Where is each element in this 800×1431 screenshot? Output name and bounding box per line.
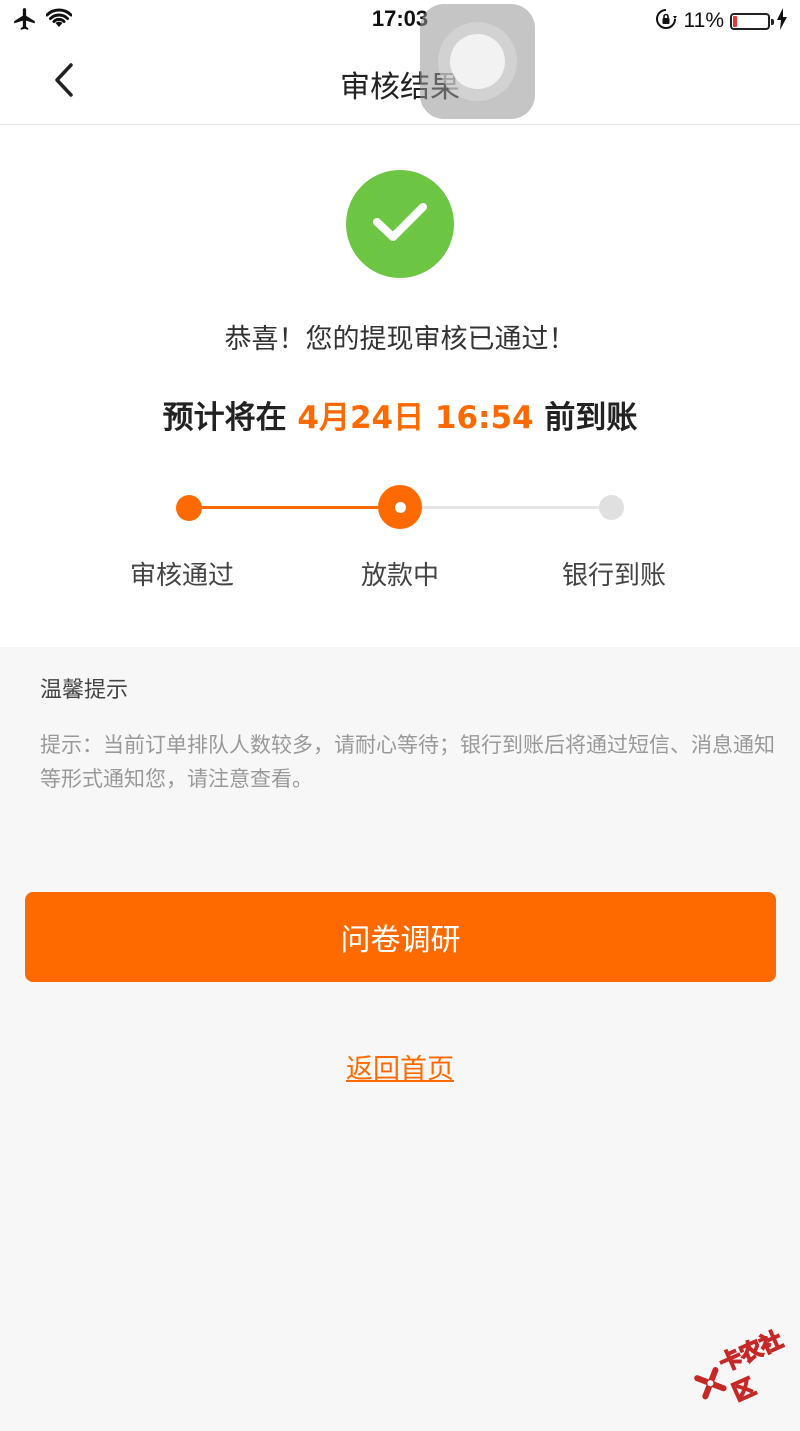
battery-level xyxy=(733,15,737,27)
assistive-touch-button[interactable] xyxy=(420,4,535,119)
progress-steps: 审核通过 放款中 银行到账 xyxy=(0,485,800,605)
step-dot-bank-arrival xyxy=(599,495,624,520)
nav-bar: 审核结果 xyxy=(0,40,800,125)
back-home-link[interactable]: 返回首页 xyxy=(346,1054,454,1085)
tips-text: 提示：当前订单排队人数较多，请耐心等待；银行到账后将通过短信、消息通知等形式通知… xyxy=(40,733,775,791)
watermark: 卡农社区 xyxy=(681,1309,800,1431)
success-message: 恭喜！您的提现审核已通过！ xyxy=(224,324,576,355)
tips-section: 温馨提示 提示：当前订单排队人数较多，请耐心等待；银行到账后将通过短信、消息通知… xyxy=(40,672,785,796)
battery-icon xyxy=(730,12,774,30)
step-dot-inner xyxy=(394,501,406,513)
step-label-bank-arrival: 银行到账 xyxy=(561,561,666,591)
progress-line-pending xyxy=(400,506,612,509)
charging-icon xyxy=(776,8,788,34)
progress-line-completed xyxy=(188,506,400,509)
check-icon xyxy=(372,201,428,247)
home-link-container: 返回首页 xyxy=(0,1047,800,1086)
assistive-touch-center xyxy=(450,34,505,89)
status-bar: 17:03 11% xyxy=(0,0,800,40)
step-label-approved: 审核通过 xyxy=(129,561,234,591)
result-card: 恭喜！您的提现审核已通过！ 预计将在 4月24日 16:54 前到账 审核通过 … xyxy=(0,125,800,647)
rotation-lock-icon xyxy=(654,7,678,35)
eta-text: 预计将在 4月24日 16:54 前到账 xyxy=(0,392,800,437)
survey-button[interactable]: 问卷调研 xyxy=(25,892,776,982)
eta-time: 4月24日 16:54 xyxy=(297,400,534,436)
eta-suffix: 前到账 xyxy=(533,400,638,436)
eta-prefix: 预计将在 xyxy=(162,400,298,436)
battery-percent: 11% xyxy=(683,9,724,32)
success-badge xyxy=(346,170,454,278)
step-label-disbursing: 放款中 xyxy=(360,561,439,591)
page-title: 审核结果 xyxy=(340,70,460,105)
step-dot-disbursing xyxy=(378,485,422,529)
step-dot-approved xyxy=(176,495,202,521)
tips-title: 温馨提示 xyxy=(40,678,129,703)
status-right: 11% xyxy=(654,7,788,35)
